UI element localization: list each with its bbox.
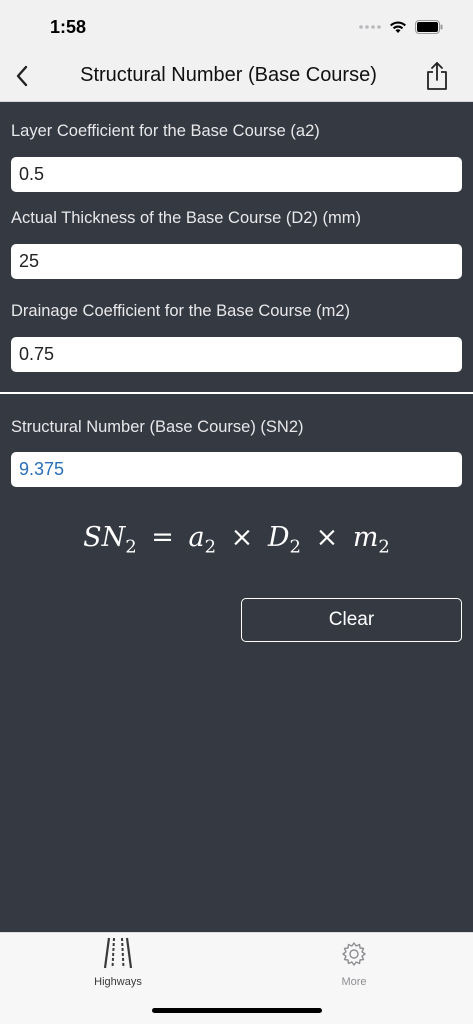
- formula-times-1: ×: [230, 522, 254, 553]
- tab-highways[interactable]: Highways: [68, 937, 168, 988]
- wifi-icon: [390, 21, 406, 33]
- status-icons: [359, 18, 443, 36]
- cellular-signal-icon: [359, 25, 381, 29]
- tab-more[interactable]: More: [304, 937, 404, 988]
- home-indicator: [152, 1008, 322, 1013]
- m2-label: Drainage Coefficient for the Base Course…: [11, 302, 351, 320]
- navigation-bar: Structural Number (Base Course): [0, 50, 473, 102]
- formula-equals: =: [151, 522, 174, 553]
- section-divider: [0, 392, 473, 394]
- formula-a-sub: 2: [204, 536, 217, 558]
- formula-sn-sub: 2: [125, 536, 137, 558]
- clear-button[interactable]: Clear: [241, 598, 462, 642]
- road-icon: [103, 937, 133, 969]
- page-title: Structural Number (Base Course): [80, 64, 377, 86]
- a2-input[interactable]: 0.5: [11, 157, 462, 192]
- d2-input[interactable]: 25: [11, 244, 462, 279]
- d2-label: Actual Thickness of the Base Course (D2)…: [11, 209, 361, 227]
- battery-icon: [415, 20, 443, 34]
- sn2-result-field: 9.375: [11, 452, 462, 487]
- formula-d-sub: 2: [289, 536, 301, 558]
- formula-times-2: ×: [315, 522, 339, 553]
- gear-icon: [342, 942, 366, 966]
- formula-a: a: [188, 522, 205, 553]
- m2-input[interactable]: 0.75: [11, 337, 462, 372]
- share-button[interactable]: [423, 60, 451, 92]
- share-icon: [427, 62, 447, 90]
- tab-more-label: More: [341, 976, 367, 988]
- sn2-label: Structural Number (Base Course) (SN2): [11, 418, 304, 436]
- formula: SN2 = a2 × D2 × m2: [0, 522, 473, 557]
- status-time: 1:58: [50, 17, 87, 37]
- formula-m-sub: 2: [378, 536, 390, 558]
- a2-label: Layer Coefficient for the Base Course (a…: [11, 122, 320, 140]
- formula-d: D: [267, 522, 290, 553]
- formula-sn: SN: [83, 522, 126, 553]
- tab-highways-label: Highways: [94, 976, 142, 988]
- status-bar: 1:58: [0, 0, 473, 50]
- formula-m: m: [352, 522, 379, 553]
